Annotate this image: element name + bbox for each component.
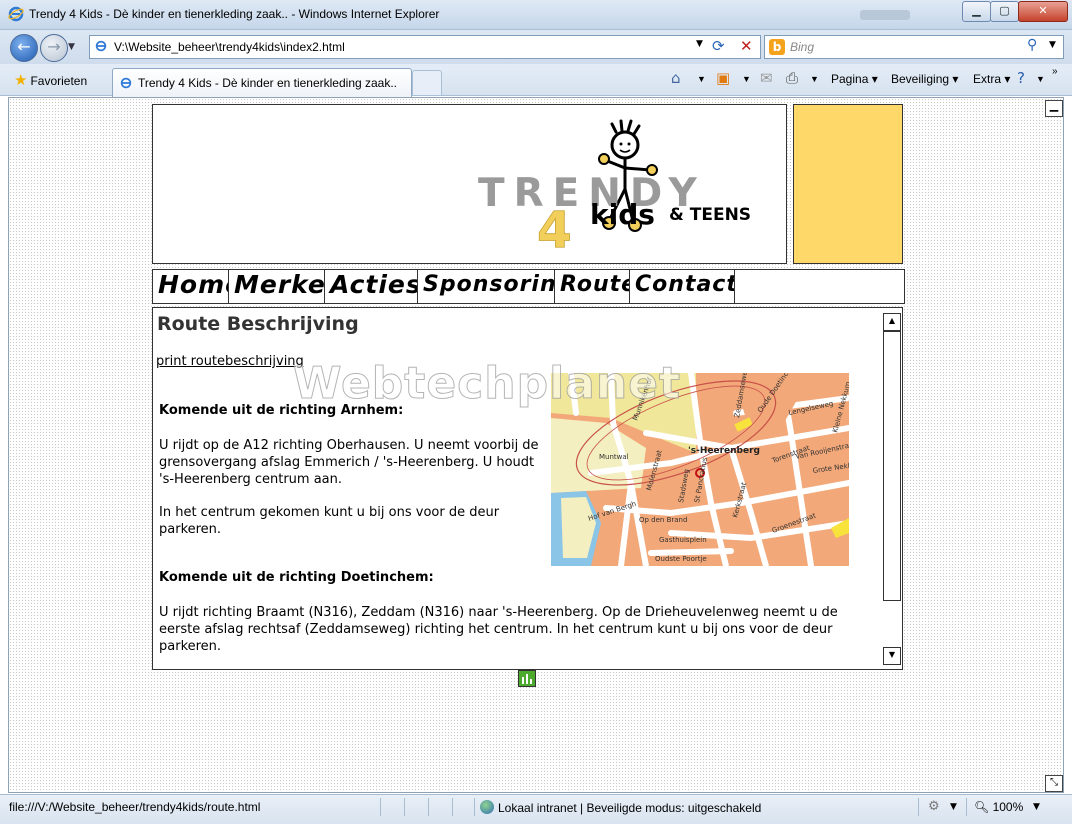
zoom-dropdown-icon[interactable]: ▼: [1033, 802, 1040, 812]
map-city-label: 's-Heerenberg: [688, 446, 760, 456]
paragraph-arnhem-route: U rijdt op de A12 richting Oberhausen. U…: [159, 438, 539, 487]
visitor-counter-icon[interactable]: [518, 670, 536, 687]
status-url: file:///V:/Website_beheer/trendy4kids/ro…: [9, 800, 261, 814]
paragraph-doetinchem-route: U rijdt richting Braamt (N316), Zeddam (…: [159, 605, 838, 654]
map-street-label: Op den Brand: [639, 516, 687, 524]
status-divider: [380, 798, 381, 816]
close-button[interactable]: ✕: [1018, 1, 1068, 22]
home-icon[interactable]: ⌂: [671, 69, 681, 87]
menu-home[interactable]: Home: [152, 269, 230, 304]
content-scrollbar[interactable]: ▲ ▼: [883, 313, 901, 665]
status-divider: [966, 798, 967, 816]
minimize-button[interactable]: ▁: [962, 1, 991, 22]
help-dropdown-icon[interactable]: ▼: [1036, 74, 1045, 84]
zoom-level[interactable]: 🔍︎ 100%: [974, 800, 1023, 814]
forward-button[interactable]: →: [40, 34, 68, 62]
content-frame: Route Beschrijving print routebeschrijvi…: [152, 307, 903, 670]
menu-sponsoring[interactable]: Sponsoring: [417, 269, 557, 304]
favorites-button[interactable]: ★ Favorieten: [14, 71, 87, 89]
protected-mode-icon[interactable]: ⚙: [928, 799, 940, 814]
page-title: Route Beschrijving: [157, 313, 359, 335]
menu-filler: [734, 269, 905, 304]
mail-icon[interactable]: ✉: [760, 69, 773, 87]
zoom-icon: 🔍︎: [974, 800, 990, 814]
protected-mode-dropdown-icon[interactable]: ▼: [950, 802, 957, 812]
favorites-toolbar: ★ Favorieten Trendy 4 Kids - Dè kinder en…: [0, 64, 1072, 97]
tab-trendy4kids[interactable]: Trendy 4 Kids - Dè kinder en tienerkledi…: [112, 68, 412, 97]
print-dropdown-icon[interactable]: ▼: [810, 74, 819, 84]
window-title: Trendy 4 Kids - Dè kinder en tienerkledi…: [29, 7, 440, 21]
forward-arrow-icon: →: [47, 37, 61, 56]
map-street-label: Gasthuisplein: [659, 536, 707, 544]
bar-chart-icon: [522, 674, 532, 684]
menu-contact[interactable]: Contact: [629, 269, 736, 304]
security-zone[interactable]: Lokaal intranet | Beveiligde modus: uitg…: [480, 800, 761, 815]
favorites-label: Favorieten: [30, 74, 88, 88]
status-bar: file:///V:/Website_beheer/trendy4kids/ro…: [0, 794, 1072, 824]
map-street-label: Muntwal: [599, 453, 629, 461]
rss-feed-icon[interactable]: ▣: [716, 69, 730, 87]
search-options-dropdown-icon[interactable]: ▼: [1049, 40, 1056, 50]
status-divider: [404, 798, 405, 816]
map-drawing: 's-Heerenberg Muntwal Molenstraat Zeddam…: [551, 373, 849, 566]
address-url: V:\Website_beheer\trendy4kids\index2.htm…: [114, 40, 345, 54]
menu-merken[interactable]: Merken: [228, 269, 326, 304]
stop-icon[interactable]: ✕: [740, 37, 753, 55]
status-divider: [428, 798, 429, 816]
help-icon[interactable]: ?: [1017, 69, 1025, 87]
home-dropdown-icon[interactable]: ▼: [697, 74, 706, 84]
section-heading-arnhem: Komende uit de richting Arnhem:: [159, 403, 404, 418]
back-arrow-icon: ←: [17, 37, 31, 56]
new-tab-button[interactable]: [412, 70, 442, 96]
search-input[interactable]: b Bing ⚲ ▼: [764, 35, 1064, 59]
menu-route[interactable]: Route: [554, 269, 631, 304]
back-button[interactable]: ←: [10, 34, 38, 62]
map-street-label: Oudste Poortje: [655, 555, 707, 563]
ie-tab-icon: [120, 77, 132, 89]
frame-minimize-icon[interactable]: ▁: [1045, 100, 1063, 117]
tab-title: Trendy 4 Kids - Dè kinder en tienerkledi…: [138, 76, 398, 90]
page-menu[interactable]: Pagina ▾: [831, 72, 878, 86]
ie-icon: [8, 6, 24, 22]
site-header: TRENDY 4 kids & TEENS: [152, 104, 787, 264]
status-divider: [474, 798, 475, 816]
logo-teens-text: & TEENS: [669, 205, 751, 225]
tools-menu[interactable]: Extra ▾: [973, 72, 1010, 86]
refresh-icon[interactable]: ⟳: [712, 37, 725, 55]
maximize-button[interactable]: ▢: [990, 1, 1019, 22]
logo-kids-text: kids: [590, 198, 655, 231]
globe-icon: [480, 800, 494, 814]
window-titlebar: Trendy 4 Kids - Dè kinder en tienerkledi…: [0, 0, 1072, 30]
favorites-star-icon: ★: [14, 72, 28, 89]
recent-pages-dropdown-icon[interactable]: ▼: [68, 42, 75, 52]
security-zone-label: Lokaal intranet | Beveiligde modus: uitg…: [498, 801, 762, 815]
status-divider: [452, 798, 453, 816]
bing-icon: b: [769, 39, 785, 55]
section-heading-doetinchem: Komende uit de richting Doetinchem:: [159, 570, 434, 585]
search-placeholder: Bing: [790, 40, 815, 54]
paragraph-arnhem-parking: In het centrum gekomen kunt u bij ons vo…: [159, 505, 500, 537]
print-route-link[interactable]: print routebeschrijving: [156, 354, 304, 369]
zoom-value: 100%: [992, 800, 1024, 814]
address-toolbar: ← → ▼ V:\Website_beheer\trendy4kids\inde…: [0, 30, 1072, 64]
address-dropdown-icon[interactable]: ▼: [696, 39, 703, 49]
blurred-user-area: [860, 10, 910, 20]
route-map[interactable]: 's-Heerenberg Muntwal Molenstraat Zeddam…: [551, 373, 849, 566]
address-input[interactable]: V:\Website_beheer\trendy4kids\index2.htm…: [89, 35, 761, 59]
trendy4kids-logo: TRENDY 4 kids & TEENS: [478, 119, 751, 258]
scroll-up-icon[interactable]: ▲: [883, 313, 901, 331]
print-icon[interactable]: ⎙: [786, 69, 798, 87]
search-icon[interactable]: ⚲: [1027, 37, 1037, 53]
menu-acties[interactable]: Acties: [324, 269, 419, 304]
frame-resize-icon[interactable]: ⤡: [1045, 775, 1063, 792]
ie-page-icon: [95, 40, 107, 52]
status-divider: [918, 798, 919, 816]
feed-dropdown-icon[interactable]: ▼: [742, 74, 751, 84]
security-menu[interactable]: Beveiliging ▾: [891, 72, 958, 86]
scroll-down-icon[interactable]: ▼: [883, 647, 901, 665]
overflow-chevron-icon[interactable]: »: [1052, 66, 1058, 77]
header-yellow-panel: [793, 104, 903, 264]
logo-4-text: 4: [537, 201, 572, 258]
scroll-thumb[interactable]: [883, 331, 901, 601]
